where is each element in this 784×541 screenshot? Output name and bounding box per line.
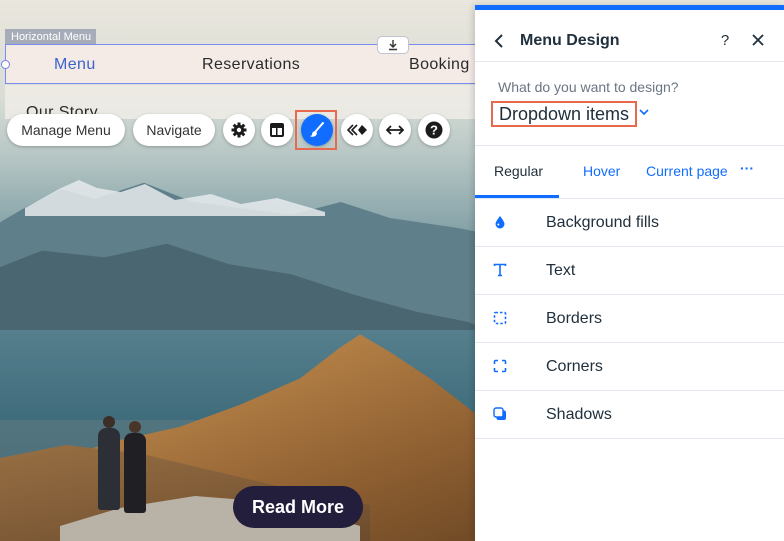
option-background-fills[interactable]: Background fills — [475, 199, 784, 247]
layout-icon — [270, 123, 284, 137]
option-label: Background fills — [546, 214, 659, 231]
download-icon — [389, 40, 397, 51]
hiker-figure — [98, 416, 120, 510]
menu-item-booking[interactable]: Booking — [409, 56, 470, 74]
tab-hover[interactable]: Hover — [583, 163, 620, 179]
stretch-button[interactable] — [379, 114, 411, 146]
design-target-value: Dropdown items — [499, 103, 630, 124]
option-text[interactable]: Text — [475, 247, 784, 295]
gear-icon — [231, 122, 247, 138]
element-tag: Horizontal Menu — [5, 29, 97, 45]
manage-menu-button[interactable]: Manage Menu — [7, 114, 125, 146]
option-label: Text — [546, 262, 576, 279]
corners-icon — [491, 357, 509, 375]
stretch-icon — [386, 125, 404, 135]
design-target-dropdown[interactable]: Dropdown items — [491, 101, 638, 127]
settings-button[interactable] — [223, 114, 255, 146]
highlight-frame — [295, 110, 337, 150]
tab-regular[interactable]: Regular — [494, 163, 543, 179]
option-shadows[interactable]: Shadows — [475, 391, 784, 439]
help-button[interactable]: ? — [418, 114, 450, 146]
help-button[interactable]: ? — [715, 30, 735, 50]
help-icon: ? — [720, 31, 730, 49]
chevron-down-icon[interactable] — [639, 108, 649, 116]
border-icon — [491, 309, 509, 327]
animation-button[interactable] — [341, 114, 373, 146]
panel-title: Menu Design — [520, 32, 620, 49]
droplet-icon — [491, 213, 509, 231]
close-icon — [752, 34, 764, 46]
navigate-button[interactable]: Navigate — [133, 114, 215, 146]
download-button[interactable] — [377, 36, 409, 54]
help-icon: ? — [425, 121, 443, 139]
back-button[interactable] — [489, 31, 509, 51]
option-label: Shadows — [546, 406, 612, 423]
back-arrow-icon — [494, 34, 503, 48]
option-label: Borders — [546, 310, 603, 327]
panel-header: Menu Design ? — [475, 10, 784, 62]
design-question: What do you want to design? — [498, 79, 679, 95]
option-corners[interactable]: Corners — [475, 343, 784, 391]
option-borders[interactable]: Borders — [475, 295, 784, 343]
menu-item-reservations[interactable]: Reservations — [202, 56, 300, 74]
menu-design-panel: Menu Design ? What do you want to design… — [475, 5, 784, 541]
hiker-figure — [124, 421, 146, 513]
tab-current-page[interactable]: Current page — [646, 163, 728, 179]
text-icon — [491, 261, 509, 279]
close-button[interactable] — [748, 30, 768, 50]
read-more-button[interactable]: Read More — [233, 486, 363, 528]
animation-icon — [346, 124, 367, 136]
more-tabs-button[interactable]: ··· — [740, 160, 754, 176]
shadow-icon — [491, 405, 509, 423]
resize-handle[interactable] — [1, 60, 10, 69]
divider — [475, 145, 784, 146]
option-label: Corners — [546, 358, 603, 375]
menu-item-menu[interactable]: Menu — [54, 56, 96, 74]
layout-button[interactable] — [261, 114, 293, 146]
svg-text:?: ? — [430, 123, 438, 138]
